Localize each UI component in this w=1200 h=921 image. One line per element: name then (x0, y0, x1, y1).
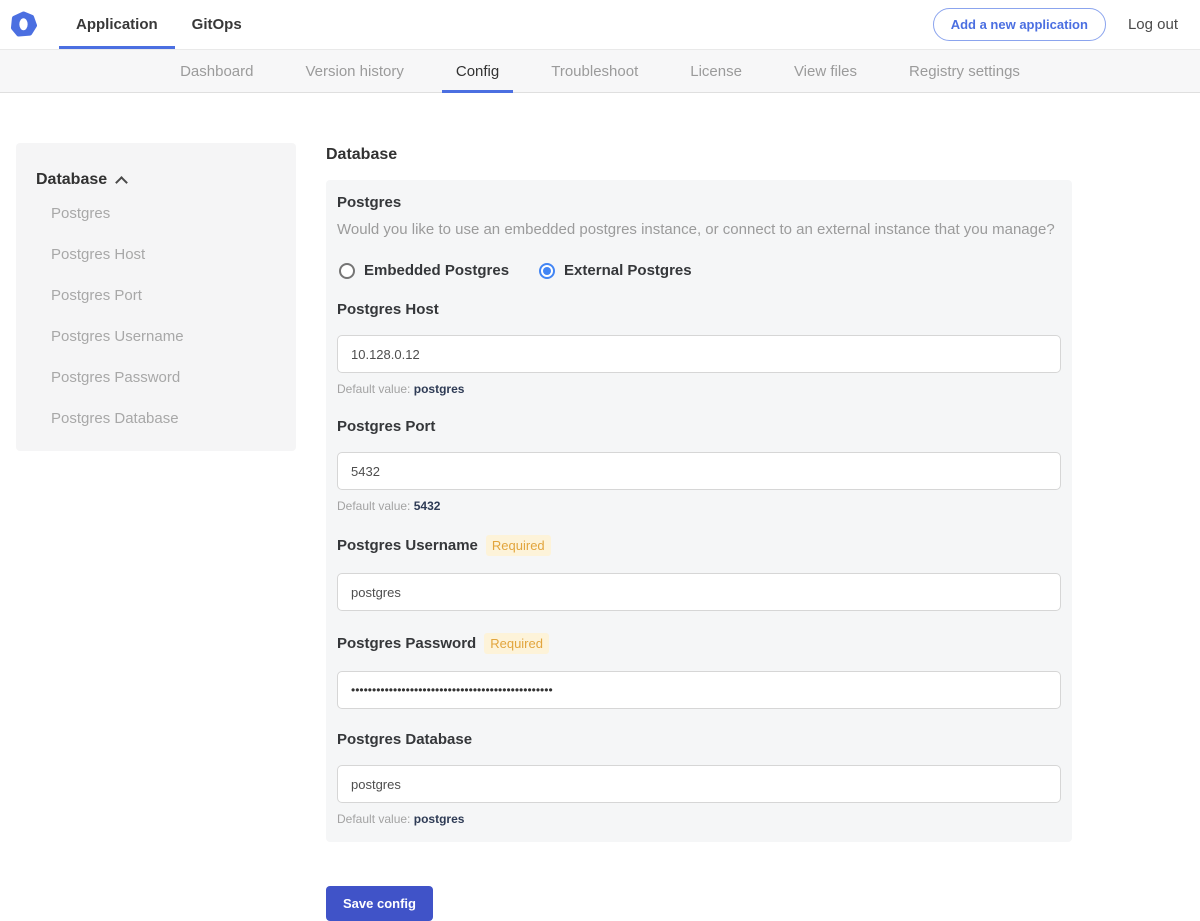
radio-group: Embedded Postgres External Postgres (339, 262, 1061, 279)
tab-application[interactable]: Application (59, 0, 175, 49)
radio-icon[interactable] (339, 262, 355, 279)
field-label-text: Postgres (337, 194, 402, 211)
field-postgres-host: Postgres Host Default value: postgres (337, 301, 1061, 396)
sidebar-item-label: Postgres Username (51, 328, 184, 345)
radio-option-label: Embedded Postgres (364, 262, 510, 280)
sidebar-group-label: Database (36, 171, 108, 188)
field-label-text: Postgres Port (337, 418, 436, 436)
required-badge: Required (485, 535, 551, 557)
default-prefix: Default value: (337, 382, 411, 397)
field-label: Postgres (337, 194, 1061, 211)
sub-nav: Dashboard Version history Config Trouble… (0, 49, 1200, 93)
field-postgres-database: Postgres Database Default value: postgre… (337, 731, 1061, 826)
subnav-item-label: View files (793, 62, 858, 80)
config-group-panel: Postgres Would you like to use an embedd… (326, 180, 1072, 843)
subnav-troubleshoot[interactable]: Troubleshoot (525, 50, 664, 92)
top-tab-label: Application (76, 16, 158, 33)
config-sidebar: Database Postgres Postgres Host Postgres… (16, 143, 296, 451)
radio-icon[interactable] (539, 262, 556, 279)
subnav-item-label: Registry settings (909, 62, 1020, 80)
default-value: postgres (413, 382, 465, 397)
field-default-help: Default value: 5432 (337, 499, 1061, 513)
field-label-text: Postgres Database (337, 731, 473, 749)
subnav-version-history[interactable]: Version history (279, 50, 429, 92)
subnav-dashboard[interactable]: Dashboard (154, 50, 279, 92)
sidebar-item-label: Postgres Database (51, 410, 179, 427)
add-application-button[interactable]: Add a new application (932, 8, 1106, 41)
subnav-item-label: Version history (305, 62, 404, 80)
subnav-item-label: Dashboard (180, 62, 254, 80)
radio-option-embedded[interactable]: Embedded Postgres (339, 262, 509, 279)
top-nav: Application GitOps Add a new application… (0, 0, 1200, 49)
radio-option-label: External Postgres (564, 262, 692, 280)
field-label-text: Postgres Password (337, 635, 477, 653)
default-prefix: Default value: (337, 499, 411, 514)
subnav-view-files[interactable]: View files (768, 50, 883, 92)
field-postgres-username: Postgres Username Required (337, 535, 1061, 612)
field-postgres-password: Postgres Password Required (337, 633, 1061, 710)
top-tab-label: GitOps (191, 16, 242, 33)
subnav-registry-settings[interactable]: Registry settings (883, 50, 1046, 92)
default-prefix: Default value: (337, 812, 411, 827)
subnav-config[interactable]: Config (430, 50, 525, 93)
required-badge: Required (484, 633, 549, 655)
sidebar-item-postgres-username[interactable]: Postgres Username (26, 318, 286, 355)
kots-logo-icon (10, 11, 37, 37)
sidebar-item-postgres-port[interactable]: Postgres Port (26, 277, 286, 314)
sidebar-item-label: Postgres Password (51, 369, 181, 386)
sidebar-item-postgres-database[interactable]: Postgres Database (26, 400, 286, 437)
subnav-item-label: License (690, 62, 742, 80)
postgres-host-input[interactable] (337, 335, 1061, 374)
sidebar-item-postgres-host[interactable]: Postgres Host (26, 236, 286, 273)
postgres-database-input[interactable] (337, 765, 1061, 804)
subnav-item-label: Config (455, 62, 500, 80)
field-postgres: Postgres Would you like to use an embedd… (337, 194, 1061, 279)
chevron-up-icon (115, 175, 129, 189)
default-value: postgres (413, 812, 465, 827)
postgres-password-input[interactable] (337, 671, 1061, 710)
field-label: Postgres Password Required (337, 633, 1061, 655)
config-content: Database Postgres Postgres Host Postgres… (16, 143, 1200, 921)
sidebar-item-postgres-password[interactable]: Postgres Password (26, 359, 286, 396)
postgres-username-input[interactable] (337, 573, 1061, 612)
field-label: Postgres Port (337, 418, 1061, 435)
logout-button[interactable]: Log out (1128, 16, 1178, 33)
field-default-help: Default value: postgres (337, 812, 1061, 826)
field-label-text: Postgres Username (337, 537, 478, 555)
field-label-text: Postgres Host (337, 301, 439, 319)
default-value: 5432 (413, 499, 441, 514)
sidebar-group-database[interactable]: Database (26, 171, 286, 189)
sidebar-item-label: Postgres Host (51, 246, 146, 263)
tab-gitops[interactable]: GitOps (175, 0, 259, 49)
save-config-button[interactable]: Save config (326, 886, 433, 921)
field-postgres-port: Postgres Port Default value: 5432 (337, 418, 1061, 513)
sidebar-item-label: Postgres (51, 205, 111, 222)
field-default-help: Default value: postgres (337, 382, 1061, 396)
field-label: Postgres Username Required (337, 535, 1061, 557)
top-tabs: Application GitOps (59, 0, 259, 49)
field-label: Postgres Database (337, 731, 1061, 748)
sidebar-item-postgres[interactable]: Postgres (26, 195, 286, 232)
subnav-license[interactable]: License (664, 50, 768, 92)
postgres-port-input[interactable] (337, 452, 1061, 491)
field-label: Postgres Host (337, 301, 1061, 318)
field-description: Would you like to use an embedded postgr… (337, 221, 1055, 238)
config-main: Database Postgres Would you like to use … (326, 143, 1072, 921)
page-title: Database (326, 146, 398, 163)
radio-option-external[interactable]: External Postgres (539, 262, 692, 279)
subnav-item-label: Troubleshoot (551, 62, 639, 80)
sidebar-item-label: Postgres Port (51, 287, 142, 304)
